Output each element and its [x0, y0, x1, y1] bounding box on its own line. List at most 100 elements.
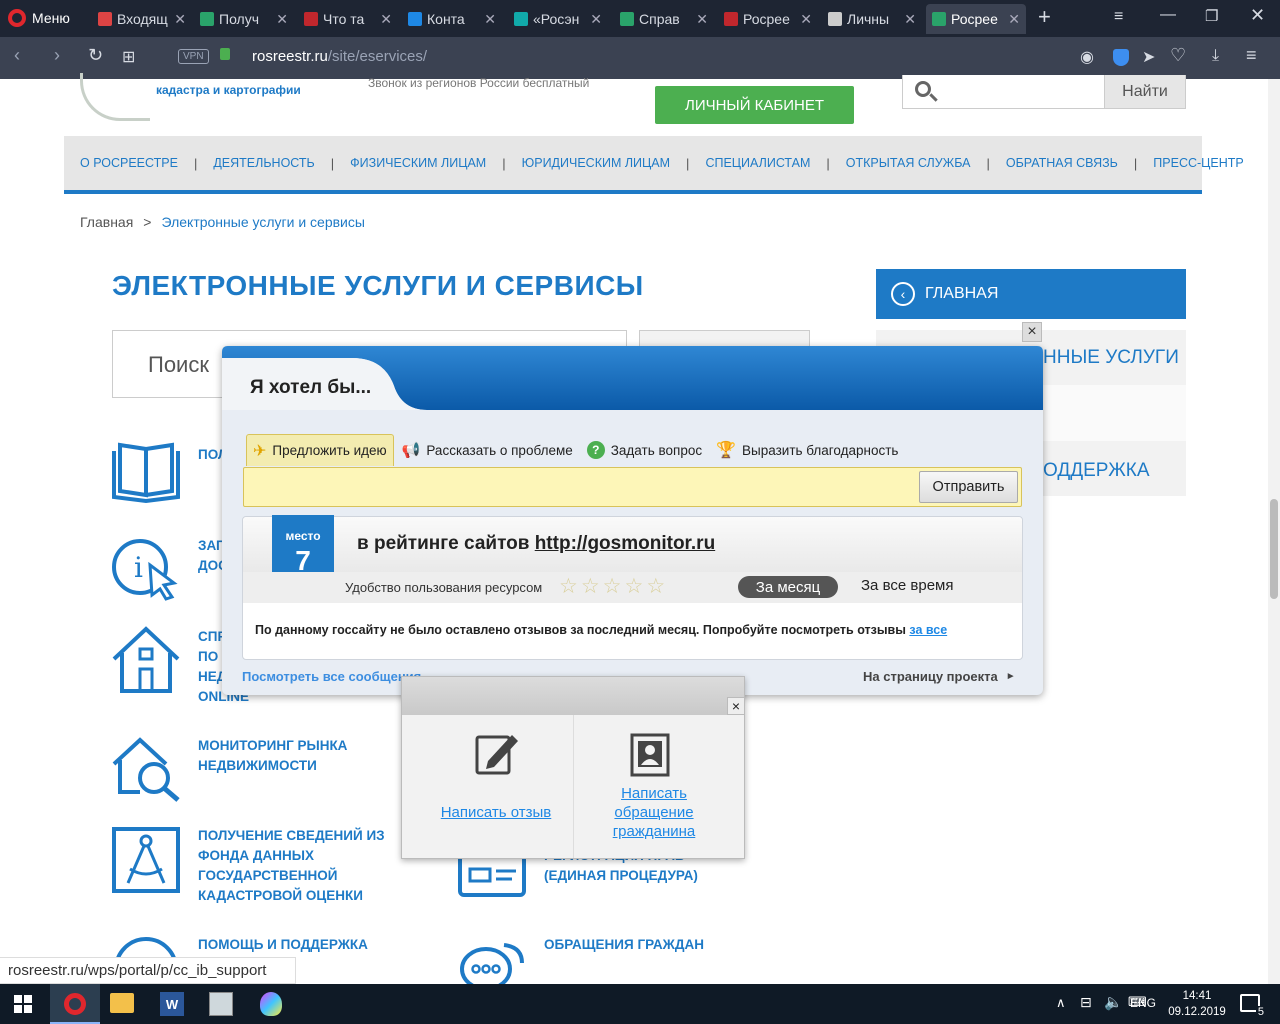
tray-network-icon[interactable]: ⊟	[1080, 994, 1092, 1011]
nav-item[interactable]: ПРЕСС-ЦЕНТР	[1153, 156, 1243, 170]
nav-item[interactable]: СПЕЦИАЛИСТАМ	[705, 156, 810, 170]
browser-tab[interactable]: Росрее ✕	[926, 4, 1026, 34]
browser-tab[interactable]: Росрее ✕	[718, 4, 818, 34]
service-label-3b[interactable]: ПО	[198, 647, 218, 667]
tab-close-icon[interactable]: ✕	[174, 11, 186, 28]
browser-tab[interactable]: Входящ ✕	[92, 4, 192, 34]
taskbar-explorer-button[interactable]	[110, 993, 134, 1013]
scrollbar-thumb[interactable]	[1270, 499, 1278, 599]
header-search-box[interactable]	[902, 75, 1105, 109]
camera-icon[interactable]: ◉	[1080, 47, 1094, 67]
shield-icon[interactable]	[1113, 49, 1129, 66]
tab-close-icon[interactable]: ✕	[380, 11, 392, 28]
rating-star-icon[interactable]: ☆	[581, 574, 600, 599]
notification-center-icon[interactable]: 5	[1240, 994, 1266, 1018]
tab-suggest-idea[interactable]: ✈ Предложить идею	[246, 434, 394, 466]
write-appeal-option[interactable]: Написать обращение гражданина	[574, 715, 744, 858]
write-review-option[interactable]: Написать отзыв	[402, 715, 573, 858]
language-indicator[interactable]: ENG	[1130, 996, 1156, 1010]
tab-close-icon[interactable]: ✕	[484, 11, 496, 28]
browser-tab[interactable]: Получ ✕	[194, 4, 294, 34]
rating-star-icon[interactable]: ☆	[646, 574, 665, 599]
gosmonitor-link[interactable]: http://gosmonitor.ru	[535, 533, 715, 554]
write-appeal-link[interactable]: Написать обращение гражданина	[604, 784, 704, 841]
browser-tab[interactable]: Конта ✕	[402, 4, 502, 34]
nav-item[interactable]: ОБРАТНАЯ СВЯЗЬ	[1006, 156, 1118, 170]
send-button[interactable]: Отправить	[919, 471, 1018, 503]
vpn-badge[interactable]: VPN	[178, 49, 209, 64]
tab-express-thanks[interactable]: 🏆 Выразить благодарность	[710, 434, 904, 466]
taskbar-opera-button[interactable]	[50, 984, 100, 1024]
browser-tab[interactable]: «Росэн ✕	[508, 4, 608, 34]
reload-icon[interactable]: ↻	[88, 45, 103, 66]
browser-tab[interactable]: Личны ✕	[822, 4, 922, 34]
subpop-close-button[interactable]: ×	[727, 697, 745, 715]
nav-item[interactable]: ЮРИДИЧЕСКИМ ЛИЦАМ	[522, 156, 670, 170]
speed-dial-icon[interactable]: ⊞	[122, 47, 135, 67]
back-icon[interactable]: ‹	[14, 45, 20, 66]
rating-star-icon[interactable]: ☆	[603, 574, 622, 599]
taskbar-clock[interactable]: 14:41 09.12.2019	[1166, 988, 1228, 1020]
nav-item[interactable]: О РОСРЕЕСТРЕ	[80, 156, 178, 170]
tab-close-icon[interactable]: ✕	[590, 11, 602, 28]
write-review-link[interactable]: Написать отзыв	[402, 804, 590, 821]
service-label-4[interactable]: МОНИТОРИНГ РЫНКА НЕДВИЖИМОСТИ	[198, 736, 388, 776]
tab-menu-icon[interactable]: ≡	[1114, 8, 1123, 26]
service-label-7[interactable]: ПОМОЩЬ И ПОДДЕРЖКА	[198, 935, 368, 955]
download-icon[interactable]: ⤓	[1212, 47, 1219, 65]
send-icon[interactable]: ➤	[1142, 47, 1155, 67]
service-label-5[interactable]: ПОЛУЧЕНИЕ СВЕДЕНИЙ ИЗ ФОНДА ДАННЫХ ГОСУД…	[198, 826, 398, 906]
heart-icon[interactable]: ♡	[1170, 45, 1186, 66]
nav-item[interactable]: ФИЗИЧЕСКИМ ЛИЦАМ	[350, 156, 486, 170]
tab-close-icon[interactable]: ✕	[1008, 11, 1020, 28]
nav-item[interactable]: ОТКРЫТАЯ СЛУЖБА	[846, 156, 971, 170]
sidebar-home-item[interactable]: ‹ ГЛАВНАЯ	[876, 269, 1186, 319]
header-search-button[interactable]: Найти	[1104, 75, 1186, 109]
restore-button[interactable]: ❐	[1205, 7, 1218, 25]
tab-close-icon[interactable]: ✕	[904, 11, 916, 28]
rating-card: место 7 в рейтинге сайтов http://gosmoni…	[242, 515, 1023, 660]
lock-icon[interactable]	[220, 48, 230, 60]
search-icon-handle	[929, 93, 938, 102]
breadcrumb-home-link[interactable]: Главная	[80, 214, 133, 230]
opera-menu-button[interactable]: Меню	[8, 9, 70, 27]
period-month-button[interactable]: За месяц	[738, 576, 838, 598]
view-all-messages-link[interactable]: Посмотреть все сообщения	[242, 669, 421, 684]
tab-ask-question[interactable]: ? Задать вопрос	[581, 434, 708, 466]
tab-favicon-icon	[408, 12, 422, 26]
popup-close-button[interactable]: ×	[1022, 322, 1042, 342]
browser-tab[interactable]: Что та ✕	[298, 4, 398, 34]
windows-start-icon[interactable]	[14, 995, 32, 1013]
feedback-input[interactable]	[243, 467, 1022, 507]
empty-note: По данному госсайту не было оставлено от…	[255, 623, 948, 637]
tab-close-icon[interactable]: ✕	[696, 11, 708, 28]
personal-cabinet-button[interactable]: ЛИЧНЫЙ КАБИНЕТ	[655, 86, 854, 124]
project-page-link[interactable]: На страницу проекта ►	[863, 669, 1016, 685]
url-field[interactable]: rosreestr.ru/site/eservices/	[252, 48, 427, 65]
tab-close-icon[interactable]: ✕	[276, 11, 288, 28]
close-window-button[interactable]: ✕	[1250, 5, 1265, 26]
tab-close-icon[interactable]: ✕	[800, 11, 812, 28]
nav-item[interactable]: ДЕЯТЕЛЬНОСТЬ	[213, 156, 314, 170]
tray-chevron-icon[interactable]: ∧	[1056, 995, 1066, 1011]
tray-volume-icon[interactable]: 🔈	[1104, 993, 1123, 1011]
taskbar-paint-button[interactable]	[260, 992, 282, 1016]
site-logo[interactable]	[80, 73, 150, 121]
tab-report-problem[interactable]: 📢 Рассказать о проблеме	[396, 434, 579, 466]
breadcrumb-current: Электронные услуги и сервисы	[161, 214, 365, 230]
period-all-button[interactable]: За все время	[861, 577, 953, 594]
write-options-popup: × Написать отзыв Написать обращение граж…	[401, 676, 745, 859]
forward-icon[interactable]: ›	[54, 45, 60, 66]
rating-star-icon[interactable]: ☆	[559, 574, 578, 599]
browser-tab[interactable]: Справ ✕	[614, 4, 714, 34]
page-scrollbar[interactable]	[1268, 79, 1280, 984]
taskbar-app-button[interactable]	[209, 992, 233, 1016]
rating-star-icon[interactable]: ☆	[624, 574, 643, 599]
empty-link[interactable]: за все	[909, 623, 947, 637]
new-tab-button[interactable]: +	[1038, 4, 1051, 30]
easy-setup-icon[interactable]: ≡	[1246, 45, 1257, 66]
service-label-8[interactable]: ОБРАЩЕНИЯ ГРАЖДАН	[544, 935, 704, 955]
taskbar-word-button[interactable]: W	[160, 992, 184, 1016]
minimize-button[interactable]: —	[1160, 6, 1176, 24]
tab-label: Конта	[427, 11, 465, 27]
